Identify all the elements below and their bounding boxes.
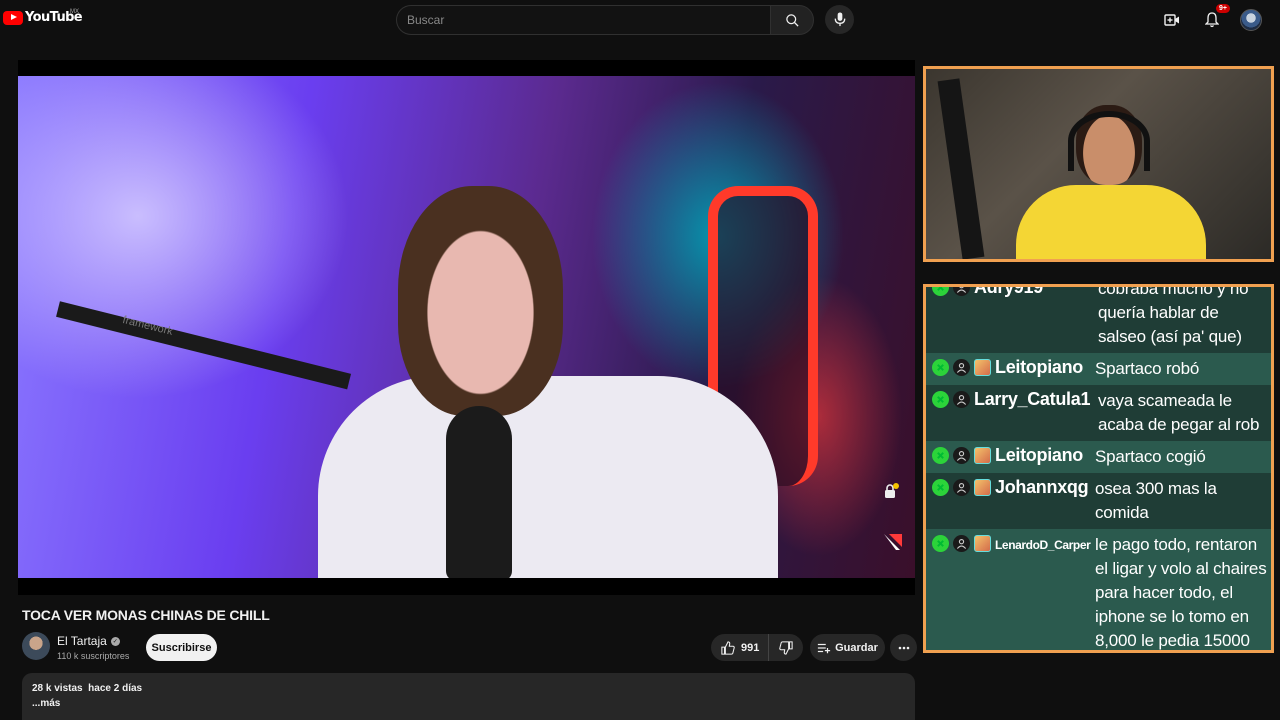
description-meta: 28 k vistas hace 2 días [32, 683, 905, 694]
notification-badge: 9+ [1216, 4, 1230, 13]
chat-badges [932, 445, 991, 464]
mic-arm-shape [56, 301, 352, 390]
save-playlist-icon [817, 643, 831, 653]
user-avatar-icon [974, 479, 991, 496]
chat-badges [932, 389, 970, 408]
chat-message: Larry_Catula1 vaya scameada le acaba de p… [926, 385, 1271, 441]
chat-username: Leitopiano [995, 445, 1083, 465]
chat-username: Johannxqg [995, 477, 1089, 497]
search-icon [785, 13, 799, 27]
mod-x-icon [932, 535, 949, 552]
chat-username: LenardoD_Carper [995, 538, 1091, 552]
dislike-button[interactable] [769, 634, 803, 661]
cam-mic-stand-shape [937, 78, 985, 259]
chat-text: le pago todo, rentaron el ligar y volo a… [1095, 535, 1267, 650]
create-button[interactable] [1160, 8, 1184, 32]
account-avatar[interactable] [1240, 9, 1262, 31]
search-button[interactable] [770, 5, 814, 35]
like-button[interactable]: 991 [711, 634, 769, 661]
more-horizontal-icon [898, 646, 909, 649]
user-icon [953, 479, 970, 496]
chat-message: Adry919 cobraba mucho y no quería hablar … [926, 284, 1271, 353]
channel-avatar[interactable] [22, 632, 50, 660]
top-right-actions: 9+ [1160, 4, 1262, 32]
microphone-shape [446, 406, 512, 578]
webcam-overlay [923, 66, 1274, 262]
user-icon [953, 535, 970, 552]
webcam-person [996, 105, 1206, 259]
chat-message: LenardoD_Carper le pago todo, rentaron el… [926, 529, 1271, 650]
save-label: Guardar [835, 641, 878, 654]
channel-name[interactable]: El Tartaja [57, 634, 107, 648]
bell-icon [1205, 12, 1219, 28]
like-dislike-group: 991 [711, 634, 803, 661]
user-icon [953, 447, 970, 464]
chat-username: Larry_Catula1 [974, 389, 1091, 409]
channel-name-row[interactable]: El Tartaja ✓ [57, 634, 120, 648]
thumbs-up-icon [721, 640, 735, 655]
microphone-icon [834, 12, 845, 27]
subscriber-count: 110 k suscriptores [57, 651, 130, 661]
description-box[interactable]: 28 k vistas hace 2 días ...más [22, 673, 915, 720]
mod-x-icon [932, 479, 949, 496]
chat-text: vaya scameada le acaba de pegar al rob [1098, 391, 1260, 434]
like-count: 991 [741, 641, 760, 654]
chat-overlay: Adry919 cobraba mucho y no quería hablar … [923, 284, 1274, 653]
create-video-icon [1164, 14, 1179, 26]
save-button[interactable]: Guardar [810, 634, 885, 661]
headset-shape [1068, 111, 1150, 171]
mod-x-icon [932, 447, 949, 464]
chat-text: cobraba mucho y no quería hablar de sals… [1098, 284, 1249, 346]
video-title: TOCA VER MONAS CHINAS DE CHILL [22, 607, 270, 623]
search-input[interactable] [396, 5, 770, 35]
notifications-button[interactable]: 9+ [1200, 4, 1230, 32]
cam-body-shape [1016, 185, 1206, 259]
chat-username: Leitopiano [995, 357, 1083, 377]
voice-search-button[interactable] [825, 5, 854, 34]
upload-date: hace 2 días [88, 683, 143, 694]
show-more-link[interactable]: ...más [32, 698, 905, 709]
chat-text: Spartaco cogió [1095, 447, 1206, 466]
chat-message: Johannxqg osea 300 mas la comida [926, 473, 1271, 529]
user-avatar-icon [974, 447, 991, 464]
top-bar: YouTube MX 9+ [0, 0, 1280, 40]
chat-message: Leitopiano Spartaco cogió [926, 441, 1271, 473]
user-avatar-icon [974, 535, 991, 552]
chat-badges [932, 287, 970, 296]
chat-message: Leitopiano Spartaco robó [926, 353, 1271, 385]
verified-icon: ✓ [110, 636, 120, 646]
lock-icon [883, 483, 899, 504]
mod-x-icon [932, 287, 949, 296]
user-icon [953, 359, 970, 376]
user-avatar-icon [974, 359, 991, 376]
youtube-logo[interactable]: YouTube MX [3, 9, 83, 25]
mod-x-icon [932, 359, 949, 376]
streamer-body-shape [318, 376, 778, 578]
user-icon [953, 287, 970, 296]
country-code: MX [70, 9, 79, 15]
chat-badges [932, 477, 991, 496]
chat-badges [932, 533, 991, 552]
chat-username: Adry919 [974, 284, 1043, 297]
video-player[interactable]: framework [18, 60, 915, 595]
view-count: 28 k vistas [32, 683, 83, 694]
mod-x-icon [932, 391, 949, 408]
chat-badges [932, 357, 991, 376]
chat-text: Spartaco robó [1095, 359, 1200, 378]
chat-messages: Adry919 cobraba mucho y no quería hablar … [926, 284, 1271, 650]
streamer-head-shape [398, 186, 563, 416]
video-frame: framework [18, 76, 915, 578]
search-bar [396, 5, 814, 35]
chat-text: osea 300 mas la comida [1095, 479, 1217, 522]
subscribe-button[interactable]: Suscribirse [146, 634, 217, 661]
more-actions-button[interactable] [890, 634, 917, 661]
thumbs-down-icon [779, 640, 793, 655]
youtube-play-icon [3, 10, 23, 25]
watermark-icon [881, 531, 903, 558]
user-icon [953, 391, 970, 408]
